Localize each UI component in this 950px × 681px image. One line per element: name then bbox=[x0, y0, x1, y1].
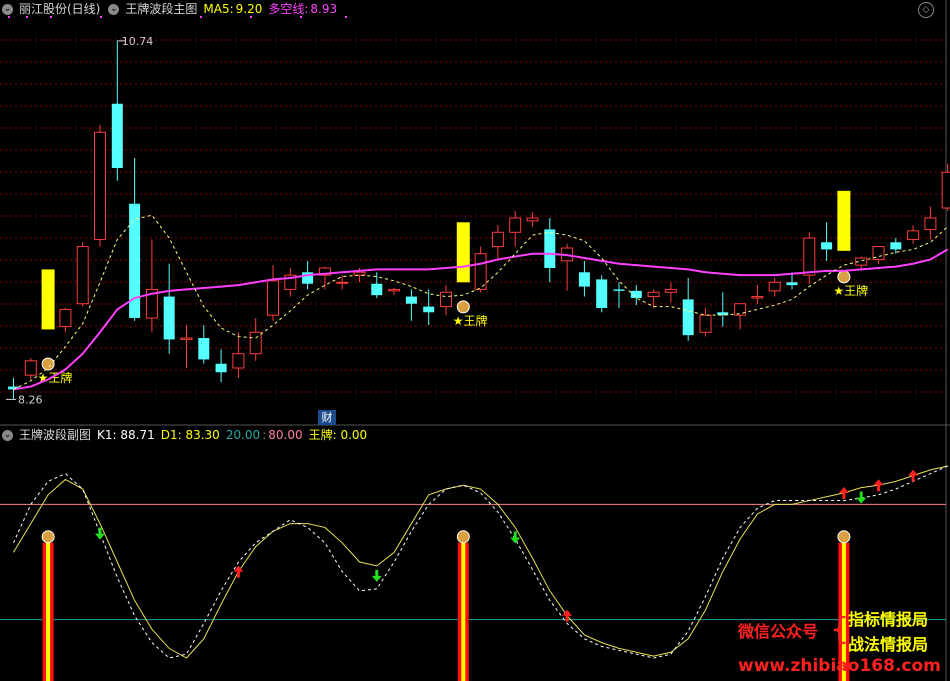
marker-dot bbox=[345, 16, 347, 18]
candle-down bbox=[682, 299, 694, 336]
candle-up bbox=[440, 291, 452, 308]
k1-value: K1: 88.71 bbox=[97, 428, 155, 442]
money-bag-icon bbox=[837, 270, 851, 284]
candle-down bbox=[821, 242, 833, 250]
down-arrow-icon bbox=[856, 491, 867, 504]
candle-down bbox=[544, 229, 556, 268]
candle-down bbox=[198, 338, 210, 360]
candle-down bbox=[890, 242, 902, 250]
candle-up bbox=[664, 288, 677, 293]
level-high: 80.00 bbox=[268, 428, 303, 442]
d1-value: D1: 83.30 bbox=[160, 428, 220, 442]
candle-up bbox=[76, 246, 89, 305]
candle-down bbox=[613, 289, 625, 291]
money-bag-icon bbox=[456, 300, 470, 314]
up-arrow-icon bbox=[873, 479, 884, 492]
money-bag-icon bbox=[837, 530, 851, 544]
candle-up bbox=[526, 217, 539, 222]
candle-down bbox=[405, 296, 417, 304]
candle-up bbox=[751, 296, 764, 299]
signal-bar bbox=[41, 269, 55, 330]
candle-up bbox=[388, 288, 401, 292]
low-price-label: 8.26 bbox=[18, 393, 43, 406]
sub-signal-core bbox=[46, 542, 51, 681]
candle-up bbox=[249, 331, 262, 355]
watermark-wechat: 微信公众号 bbox=[738, 622, 819, 641]
marker-dot bbox=[300, 16, 302, 18]
watermark-site: www.zhibiao168.com bbox=[738, 656, 941, 676]
marker-dot bbox=[250, 16, 252, 18]
watermark-line2: 战法情报局 bbox=[848, 635, 929, 654]
marker-dot bbox=[50, 16, 52, 18]
down-arrow-icon bbox=[371, 569, 382, 582]
candle-up bbox=[647, 291, 660, 298]
candle-up bbox=[803, 237, 816, 276]
up-arrow-icon bbox=[908, 469, 919, 482]
candle-down bbox=[163, 296, 175, 340]
watermark-brace: { bbox=[830, 612, 850, 647]
candle-up bbox=[353, 271, 366, 276]
candle-down bbox=[423, 306, 435, 313]
signal-label: ★王牌 bbox=[38, 371, 73, 385]
sub-indicator-name[interactable]: 王牌波段副图 bbox=[19, 428, 91, 442]
marker-dot bbox=[26, 16, 28, 18]
candle-up bbox=[474, 253, 487, 290]
money-bag-icon bbox=[41, 530, 55, 544]
signal-bar bbox=[456, 222, 470, 283]
high-price-label: 10.74 bbox=[122, 35, 154, 48]
candle-up bbox=[941, 171, 950, 209]
candle-up bbox=[491, 231, 504, 248]
candle-up bbox=[94, 131, 106, 240]
money-bag-icon bbox=[41, 357, 55, 371]
candle-up bbox=[699, 314, 712, 333]
sub-chart-header: ⌄ 王牌波段副图 K1: 88.71 D1: 83.30 20.00:80.00 王牌: … bbox=[0, 426, 373, 444]
signal-label: ★王牌 bbox=[833, 284, 868, 298]
down-arrow-icon bbox=[95, 527, 105, 540]
candle-up bbox=[180, 337, 193, 340]
candle-up bbox=[24, 360, 37, 376]
candle-down bbox=[786, 282, 798, 286]
separator: : bbox=[262, 428, 267, 442]
chart-canvas: ★王牌 ★王牌 ★王牌 10.74 8.26 bbox=[0, 0, 950, 681]
level-low: 20.00 bbox=[225, 428, 261, 442]
candle-up bbox=[232, 353, 245, 369]
money-bag-icon bbox=[456, 530, 470, 544]
signal-bar bbox=[837, 190, 851, 251]
candle-down bbox=[371, 283, 383, 296]
marker-dot bbox=[100, 16, 102, 18]
candle-up bbox=[734, 303, 747, 316]
watermark-line1: 指标情报局 bbox=[848, 610, 929, 629]
signal-label: ★王牌 bbox=[453, 314, 488, 328]
up-arrow-icon bbox=[838, 486, 849, 499]
wp-value: 王牌: 0.00 bbox=[308, 428, 368, 442]
candle-up bbox=[907, 230, 920, 240]
candle-up bbox=[509, 217, 522, 233]
candle-down bbox=[215, 363, 227, 373]
candle-up bbox=[59, 308, 72, 328]
marker-dot bbox=[8, 16, 10, 18]
candle-down bbox=[630, 290, 642, 298]
candle-up bbox=[267, 280, 279, 316]
candle-down bbox=[596, 279, 608, 308]
sub-indicator-menu-icon[interactable]: ⌄ bbox=[2, 430, 13, 441]
cai-badge[interactable]: 财 bbox=[318, 410, 336, 425]
candle-up bbox=[924, 217, 937, 230]
candle-down bbox=[111, 103, 123, 168]
candle-up bbox=[768, 281, 781, 292]
marker-dot bbox=[200, 16, 202, 18]
sub-signal-core bbox=[461, 542, 466, 681]
candle-up bbox=[336, 281, 349, 284]
candle-down bbox=[578, 272, 590, 287]
